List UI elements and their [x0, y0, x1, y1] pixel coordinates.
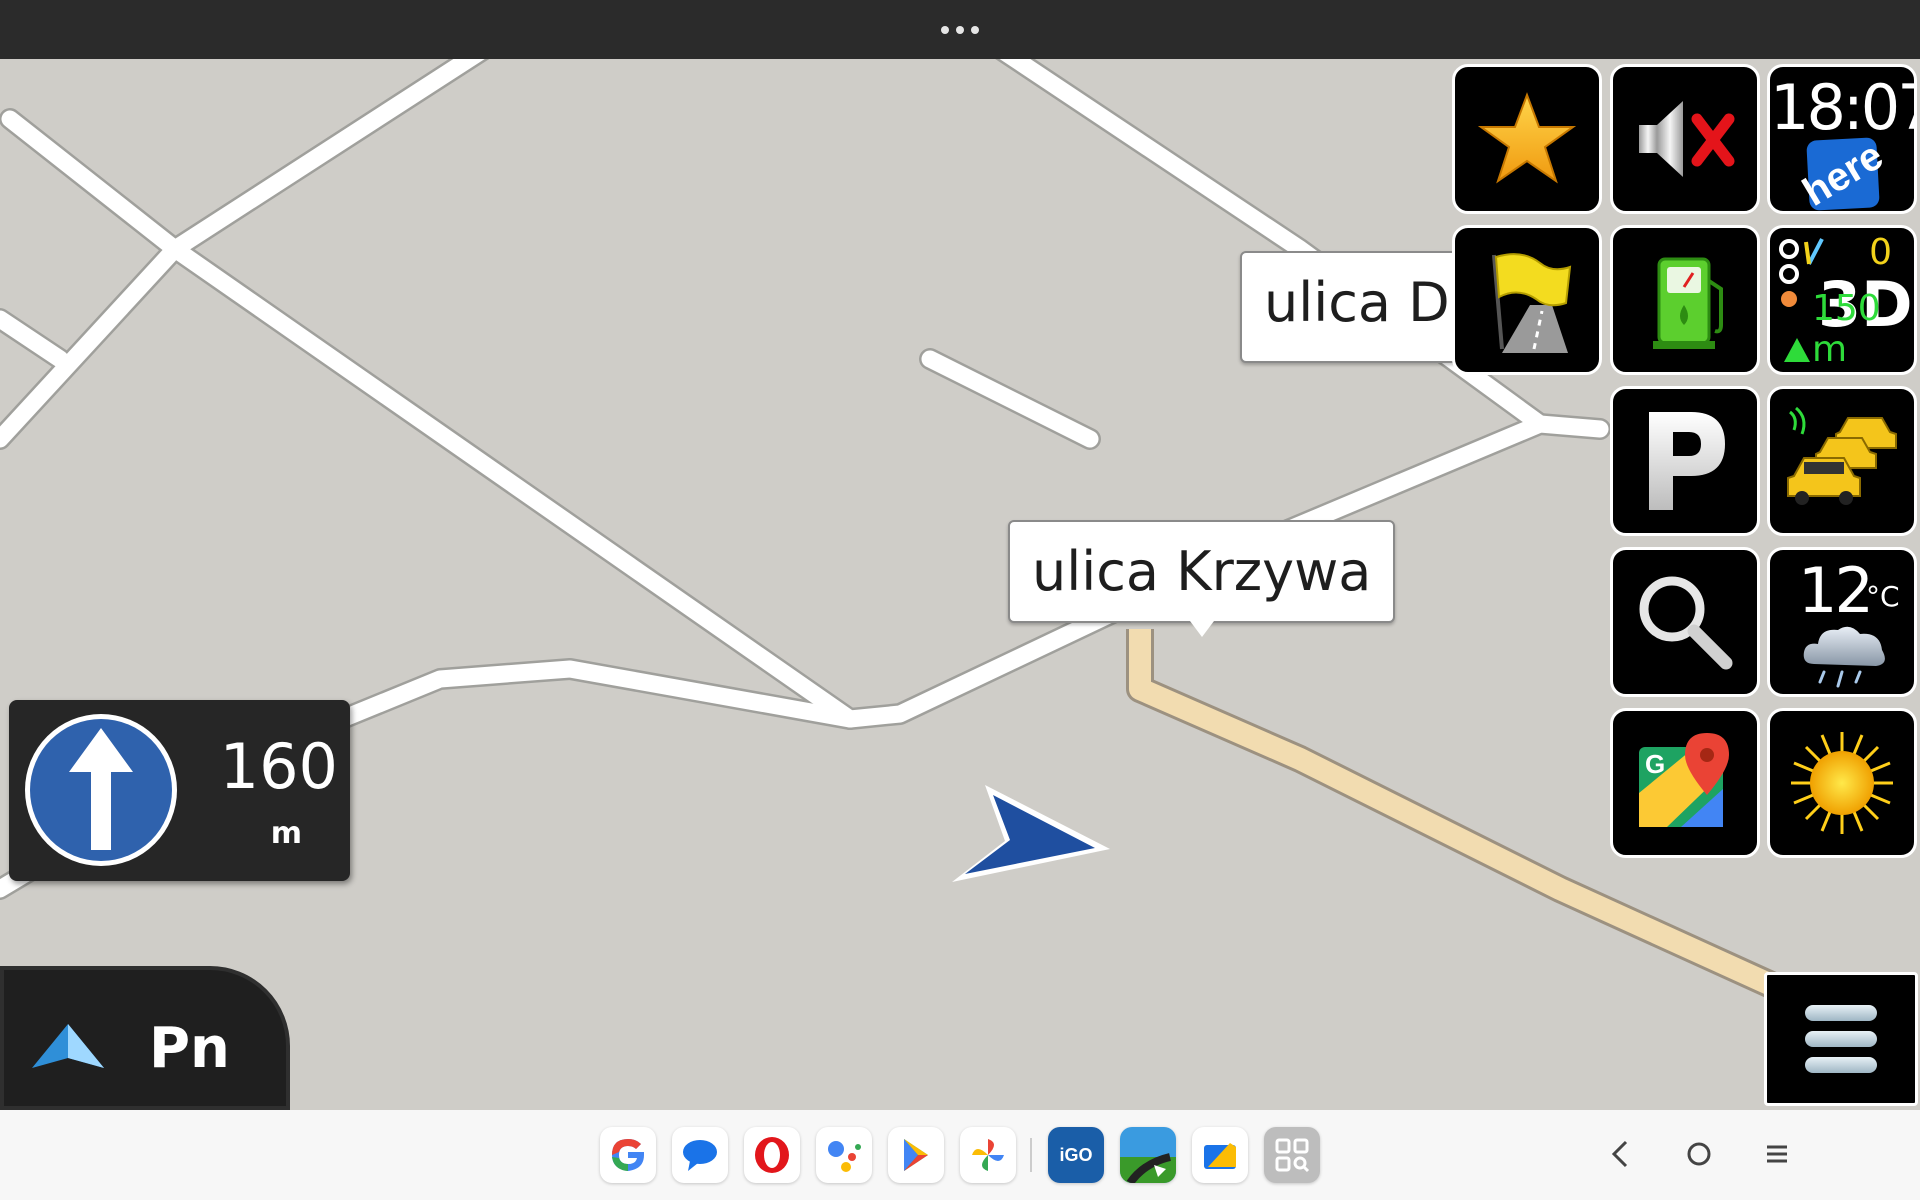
main-menu-button[interactable]: [1764, 972, 1918, 1106]
star-icon: [1477, 92, 1577, 184]
weather-widget[interactable]: 12 °C: [1767, 547, 1917, 697]
gps-altitude: 150 m: [1812, 288, 1881, 370]
fuel-stations-button[interactable]: [1610, 225, 1760, 375]
speaker-muted-icon: [1639, 101, 1735, 177]
favorites-button[interactable]: [1452, 64, 1602, 214]
maneuver-panel[interactable]: 160 m: [9, 700, 350, 881]
play-store-icon[interactable]: [888, 1127, 944, 1183]
assistant-icon[interactable]: [816, 1127, 872, 1183]
rain-cloud-icon: [1803, 626, 1885, 688]
sun-icon: [1791, 732, 1893, 834]
altitude-icon: [1784, 338, 1810, 362]
home-icon[interactable]: [1679, 1134, 1719, 1174]
opera-icon[interactable]: [744, 1127, 800, 1183]
destination-button[interactable]: [1452, 225, 1602, 375]
search-button[interactable]: [1610, 547, 1760, 697]
street-label-krzywa: ulica Krzywa: [1008, 520, 1396, 637]
google-maps-icon: G: [1639, 733, 1729, 827]
heading-arrow-icon: [32, 1024, 104, 1068]
gps-satellite-count: 0: [1869, 232, 1892, 273]
gps-status-widget[interactable]: 0 3D 150 m: [1767, 225, 1917, 375]
messages-icon[interactable]: [672, 1127, 728, 1183]
traffic-cars-icon: [1787, 406, 1897, 505]
day-mode-button[interactable]: [1767, 708, 1917, 858]
straight-arrow-icon: [25, 714, 177, 866]
fuel-pump-icon: [1653, 257, 1723, 349]
sygic-icon[interactable]: [1120, 1127, 1176, 1183]
search-icon: [1639, 576, 1733, 670]
temperature-unit: °C: [1866, 580, 1900, 613]
dock-divider: [1030, 1138, 1032, 1172]
google-maps-button[interactable]: G: [1610, 708, 1760, 858]
checkered-flag-road-icon: [1492, 253, 1572, 353]
maneuver-distance-unit: m: [270, 816, 302, 851]
more-horizontal-icon[interactable]: [941, 25, 979, 34]
vehicle-position-icon: [952, 785, 1110, 882]
parking-button[interactable]: [1610, 386, 1760, 536]
photos-icon[interactable]: [960, 1127, 1016, 1183]
google-icon[interactable]: [600, 1127, 656, 1183]
current-street-panel[interactable]: Pn: [0, 966, 290, 1110]
files-icon[interactable]: [1192, 1127, 1248, 1183]
recents-icon[interactable]: [1757, 1134, 1797, 1174]
sound-toggle-button[interactable]: [1610, 64, 1760, 214]
system-taskbar: iGO: [0, 1110, 1920, 1200]
clock-time: 18:07: [1770, 71, 1914, 144]
clock-widget[interactable]: 18:07 here: [1767, 64, 1917, 214]
current-street-name: Pn: [149, 1016, 230, 1081]
back-icon[interactable]: [1600, 1134, 1640, 1174]
here-logo: here: [1795, 132, 1891, 214]
top-status-bar: [0, 0, 1920, 59]
temperature-value: 12: [1798, 554, 1874, 627]
parking-icon: [1649, 412, 1725, 510]
igo-icon[interactable]: iGO: [1048, 1127, 1104, 1183]
app-grid-icon[interactable]: [1264, 1127, 1320, 1183]
traffic-button[interactable]: [1767, 386, 1917, 536]
maneuver-distance: 160: [219, 730, 338, 803]
menu-icon: [1805, 1005, 1877, 1073]
svg-text:G: G: [1645, 749, 1665, 779]
